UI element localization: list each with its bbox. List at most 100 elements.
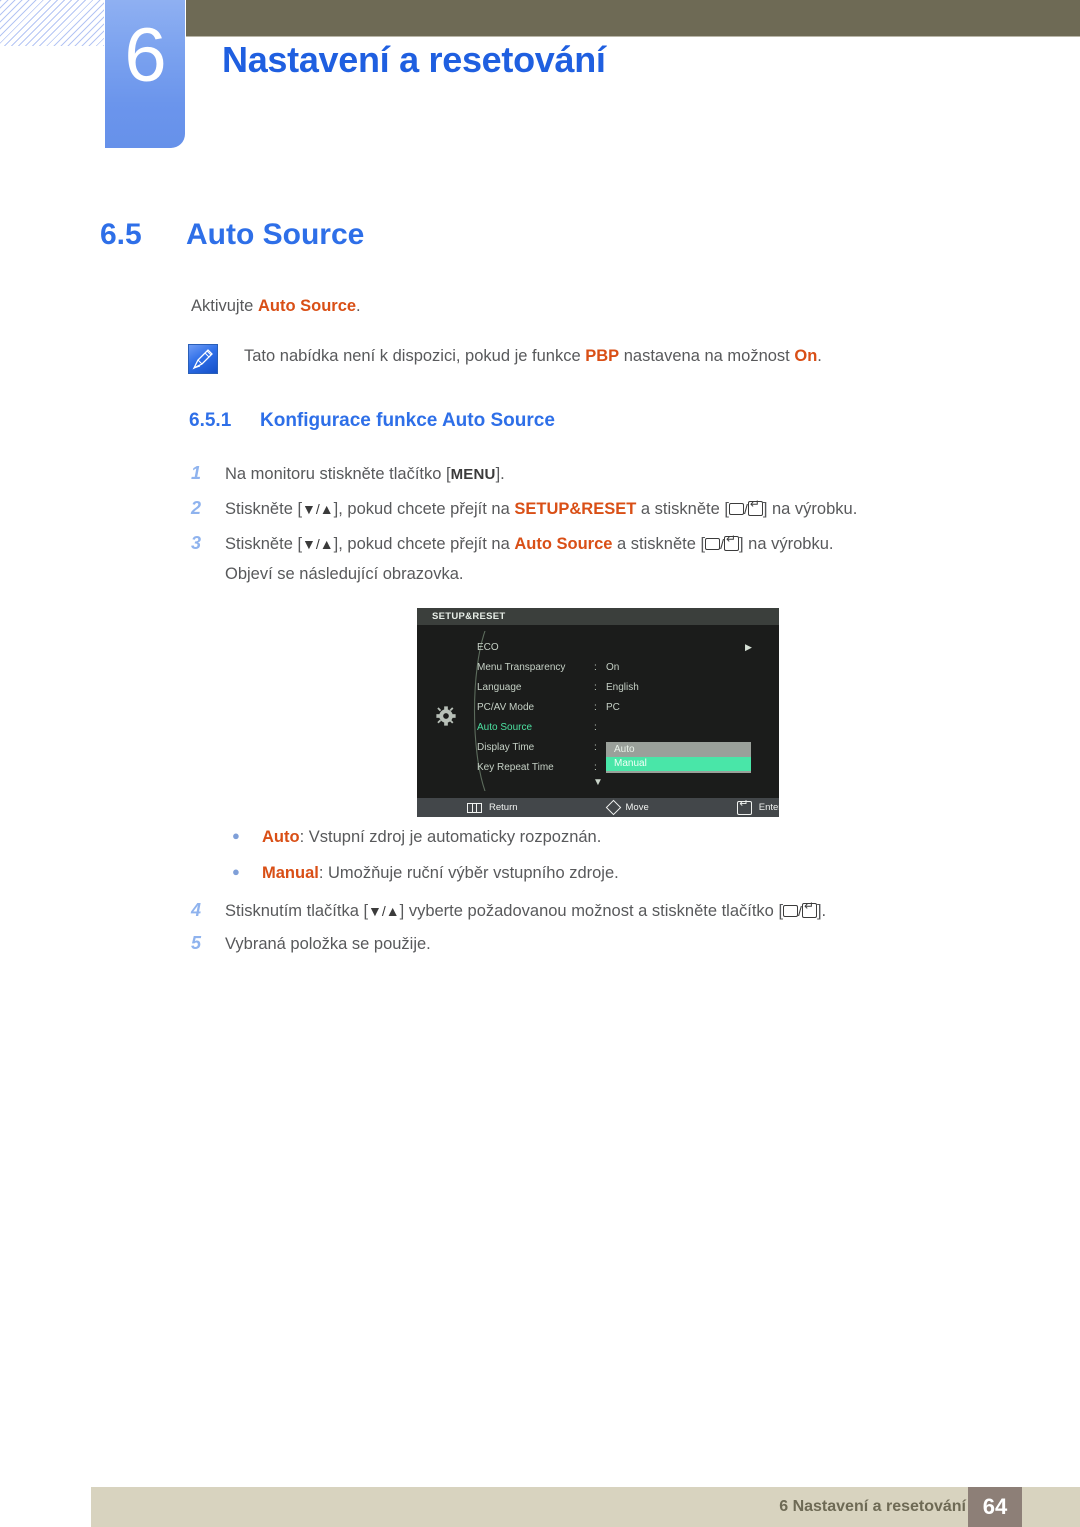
dropdown-option-manual[interactable]: Manual (606, 757, 751, 771)
step-4-a: Stisknutím tlačítka [ (225, 902, 369, 920)
step-3-number: 3 (191, 533, 202, 553)
page-number-box: 64 (968, 1487, 1022, 1527)
osd-row-label: Menu Transparency (477, 661, 566, 673)
bullet-auto-term: Auto (262, 828, 300, 846)
step-4-b: ] vyberte požadovanou možnost a stisknět… (399, 902, 784, 920)
bullet-dot: ● (232, 828, 240, 843)
osd-row-label: Language (477, 681, 522, 693)
note-pen-icon (188, 344, 218, 374)
step-5-number: 5 (191, 933, 202, 953)
osd-footer-bar: Return Move Enter (417, 798, 779, 817)
step-4: 4 Stisknutím tlačítka [▼/▲] vyberte požad… (191, 899, 981, 922)
osd-row-colon: : (594, 721, 597, 733)
auto-source-dropdown[interactable]: Auto Manual (606, 742, 751, 773)
subsection-title: Konfigurace funkce Auto Source (260, 410, 555, 431)
note-text-3: . (817, 347, 822, 365)
step-1-number: 1 (191, 463, 202, 483)
osd-row-colon: : (594, 741, 597, 753)
gear-icon (436, 706, 456, 726)
source-box-icon (728, 503, 744, 515)
updown-arrows-icon: ▼/▲ (302, 536, 334, 552)
step-3-text: Stiskněte [▼/▲], pokud chcete přejít na … (225, 533, 834, 553)
osd-row-language[interactable]: Language : English (477, 677, 777, 697)
step-1: 1 Na monitoru stiskněte tlačítko [MENU]. (191, 462, 981, 485)
updown-arrows-icon: ▼/▲ (302, 501, 334, 517)
osd-footer-enter[interactable]: Enter (736, 798, 779, 815)
step-2-number: 2 (191, 498, 202, 518)
decorative-hatch-pattern (0, 0, 104, 46)
osd-row-colon: : (594, 661, 597, 673)
bullet-auto-text: : Vstupní zdroj je automaticky rozpoznán… (299, 828, 602, 846)
osd-row-auto-source[interactable]: Auto Source : (477, 717, 777, 737)
bullet-dot: ● (232, 864, 240, 879)
enter-key-icon (801, 900, 817, 918)
step-3-b: ], pokud chcete přejít na (333, 535, 515, 553)
step-3-continued: Objeví se následující obrazovka. (225, 565, 464, 583)
step-2-c: a stiskněte [ (636, 500, 729, 518)
intro-suffix: . (356, 297, 361, 315)
enter-key-icon (747, 498, 763, 516)
chapter-number: 6 (124, 13, 166, 98)
step-2-b: ], pokud chcete přejít na (333, 500, 515, 518)
osd-row-label: Display Time (477, 741, 535, 753)
intro-term: Auto Source (257, 297, 357, 315)
step-2-term: SETUP&RESET (514, 500, 637, 518)
step-5-text: Vybraná položka se použije. (225, 935, 431, 953)
chapter-number-block: 6 (105, 0, 185, 148)
step-3-d: ] na výrobku. (738, 535, 834, 553)
subsection-number: 6.5.1 (189, 410, 232, 431)
step-3: 3 Stiskněte [▼/▲], pokud chcete přejít na… (191, 532, 981, 555)
step-1-a: Na monitoru stiskněte tlačítko [ (225, 465, 451, 483)
step-3-a: Stiskněte [ (225, 535, 303, 553)
note-block: Tato nabídka není k dispozici, pokud je … (188, 344, 888, 374)
step-1-b: ]. (495, 465, 505, 483)
enter-key-icon (736, 798, 752, 815)
osd-footer-move-label: Move (625, 802, 649, 813)
step-4-text: Stisknutím tlačítka [▼/▲] vyberte požado… (225, 900, 827, 920)
section-title: Auto Source (186, 218, 365, 251)
source-box-icon (783, 905, 799, 917)
intro-prefix: Aktivujte (191, 297, 258, 315)
step-2-d: ] na výrobku. (762, 500, 858, 518)
osd-footer-return[interactable]: Return (467, 802, 518, 813)
osd-row-label: ECO (477, 641, 499, 653)
bullet-auto: ● Auto: Vstupní zdroj je automaticky rozp… (232, 828, 601, 847)
osd-row-value: PC (606, 701, 620, 713)
step-1-text: Na monitoru stiskněte tlačítko [MENU]. (225, 465, 505, 483)
osd-row-pc-av-mode[interactable]: PC/AV Mode : PC (477, 697, 777, 717)
osd-menu-screenshot: SETUP&RESET ECO ▶ Menu Transparency: On… (417, 608, 779, 817)
osd-footer-enter-label: Enter (758, 802, 779, 813)
bullet-manual: ● Manual: Umožňuje ruční výběr vstupního … (232, 864, 619, 883)
chapter-header-bar (186, 0, 1080, 37)
note-text-2: nastavena na možnost (619, 347, 795, 365)
chapter-title: Nastavení a resetování (222, 39, 606, 80)
osd-row-eco[interactable]: ECO ▶ (477, 637, 777, 657)
osd-row-colon: : (594, 701, 597, 713)
dropdown-option-auto[interactable]: Auto (606, 743, 751, 757)
step-5: 5 Vybraná položka se použije. (191, 932, 981, 955)
note-text: Tato nabídka není k dispozici, pokud je … (244, 344, 822, 367)
step-3-c: a stiskněte [ (612, 535, 706, 553)
osd-title-bar: SETUP&RESET (417, 608, 779, 625)
osd-row-label: PC/AV Mode (477, 701, 535, 713)
step-2: 2 Stiskněte [▼/▲], pokud chcete přejít na… (191, 497, 981, 520)
osd-row-menu-transparency[interactable]: Menu Transparency : On (477, 657, 777, 677)
scroll-down-arrow-icon[interactable]: ▼ (417, 777, 779, 788)
bullet-manual-text: : Umožňuje ruční výběr vstupního zdroje. (318, 864, 619, 882)
note-term-pbp: PBP (585, 347, 620, 365)
step-4-number: 4 (191, 900, 202, 920)
menu-bars-icon (467, 802, 482, 813)
submenu-arrow-icon: ▶ (745, 641, 752, 652)
osd-row-colon: : (594, 761, 597, 773)
step-4-d: ]. (816, 902, 827, 920)
bullet-manual-term: Manual (262, 864, 319, 882)
step-3-term: Auto Source (514, 535, 613, 553)
source-box-icon (705, 538, 721, 550)
note-term-on: On (794, 347, 818, 365)
menu-key-label: MENU (450, 466, 496, 483)
osd-footer-move[interactable]: Move (605, 799, 649, 816)
note-text-1: Tato nabídka není k dispozici, pokud je … (244, 347, 586, 365)
section-number: 6.5 (100, 218, 142, 251)
diamond-move-icon (605, 799, 621, 816)
osd-footer-return-label: Return (489, 802, 518, 813)
